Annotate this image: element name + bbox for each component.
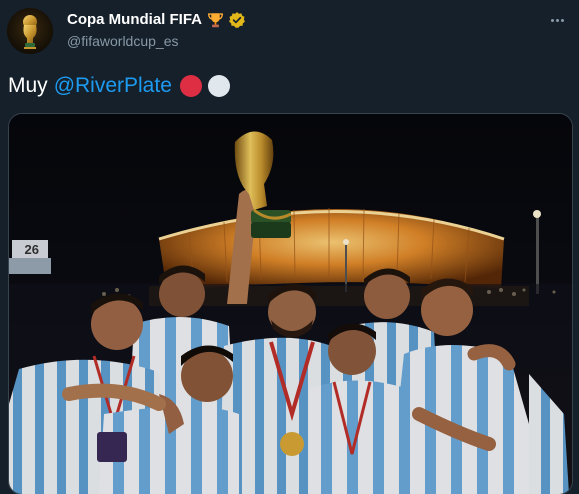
more-icon-dot bbox=[555, 18, 559, 22]
tweet-header: Copa Mundial FIFA @fifaworldcup_es bbox=[67, 10, 246, 51]
name-row: Copa Mundial FIFA bbox=[67, 10, 246, 30]
tweet-photo[interactable]: 26 bbox=[8, 113, 573, 494]
display-name[interactable]: Copa Mundial FIFA bbox=[67, 10, 202, 30]
celebration-photo: 26 bbox=[9, 114, 572, 494]
account-handle[interactable]: @fifaworldcup_es bbox=[67, 31, 246, 51]
more-icon bbox=[550, 18, 554, 22]
verified-badge-icon bbox=[229, 12, 245, 28]
white-circle-icon bbox=[207, 75, 230, 97]
trophy-icon bbox=[208, 13, 223, 28]
red-circle-icon bbox=[179, 75, 202, 97]
more-options-button[interactable] bbox=[545, 12, 569, 28]
mention-link[interactable]: @RiverPlate bbox=[54, 73, 172, 99]
tweet-text-body: Muy bbox=[8, 74, 48, 97]
tweet-card: Copa Mundial FIFA @fifaworldcup_es Muy @… bbox=[0, 0, 579, 494]
more-icon-dot bbox=[560, 18, 564, 22]
world-cup-logo-icon bbox=[7, 8, 53, 54]
avatar[interactable] bbox=[7, 8, 53, 54]
tweet-text: Muy @RiverPlate bbox=[8, 73, 230, 99]
